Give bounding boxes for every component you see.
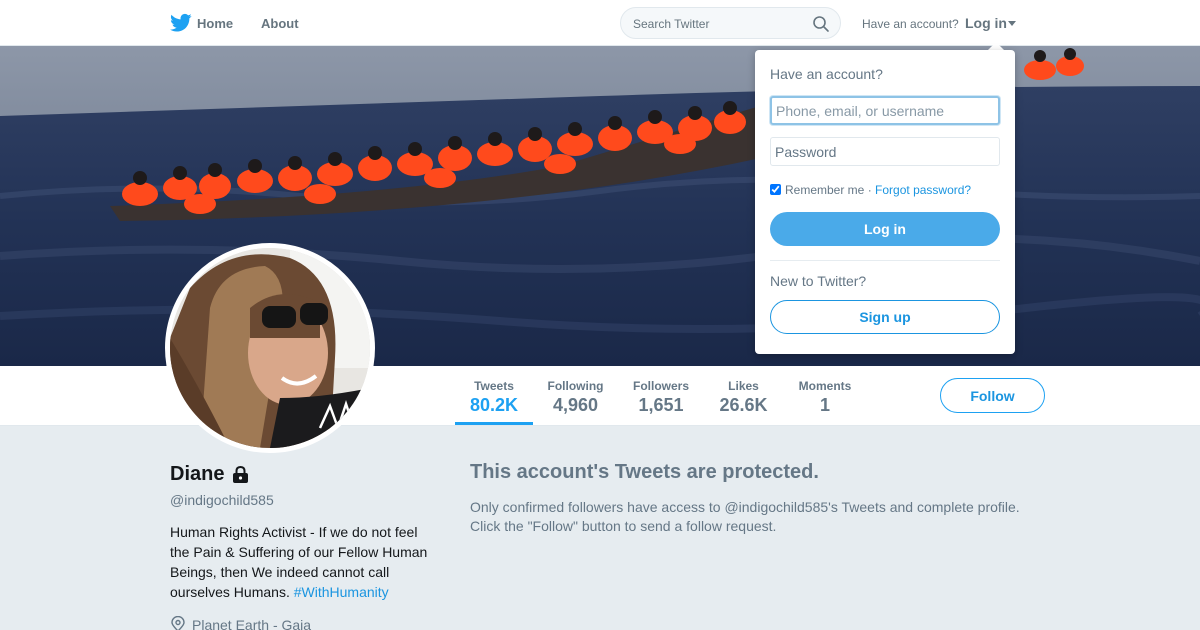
stat-label: Tweets: [474, 379, 514, 393]
forgot-password-link[interactable]: Forgot password?: [875, 183, 971, 197]
stat-followers[interactable]: Followers 1,651: [626, 379, 696, 416]
avatar[interactable]: [165, 243, 375, 453]
search-icon[interactable]: [812, 15, 830, 33]
stat-value: 1,651: [638, 395, 684, 415]
location-pin-icon: [171, 616, 185, 630]
login-dropdown: Have an account? Remember me · Forgot pa…: [755, 50, 1015, 354]
stat-label: Following: [547, 379, 604, 393]
remember-me-label[interactable]: Remember me: [785, 183, 864, 197]
stat-label: Followers: [632, 379, 689, 393]
have-account-label: Have an account?: [862, 17, 959, 31]
chevron-down-icon[interactable]: [1008, 21, 1016, 26]
dropdown-heading: Have an account?: [770, 66, 883, 82]
protected-message: Only confirmed followers have access to …: [470, 498, 1050, 536]
lock-icon: [233, 465, 248, 483]
login-dropdown-toggle[interactable]: Log in: [965, 15, 1007, 31]
follow-button[interactable]: Follow: [940, 378, 1045, 413]
active-tab-indicator: [455, 422, 533, 425]
username-field[interactable]: [770, 96, 1000, 125]
stat-moments[interactable]: Moments 1: [792, 379, 858, 416]
profile-location: Planet Earth - Gaia: [192, 617, 312, 630]
stat-tweets[interactable]: Tweets 80.2K: [455, 379, 533, 416]
stat-label: Likes: [728, 379, 759, 393]
bio-hashtag-link[interactable]: #WithHumanity: [294, 584, 389, 600]
password-field[interactable]: [770, 137, 1000, 166]
protected-line-2: Click the "Follow" button to send a foll…: [470, 518, 777, 534]
stat-likes[interactable]: Likes 26.6K: [712, 379, 775, 416]
stat-value: 26.6K: [719, 395, 768, 415]
search-box: [620, 7, 841, 39]
signup-button[interactable]: Sign up: [770, 300, 1000, 334]
stat-value: 4,960: [552, 395, 599, 415]
remember-me-row: Remember me · Forgot password?: [770, 183, 971, 197]
stat-value: 1: [819, 395, 830, 415]
new-to-twitter-label: New to Twitter?: [770, 273, 867, 289]
remember-me-checkbox[interactable]: [770, 184, 781, 195]
profile-handle[interactable]: @indigochild585: [170, 492, 274, 508]
twitter-bird-icon[interactable]: [170, 13, 192, 33]
protected-line-1: Only confirmed followers have access to …: [470, 499, 1020, 515]
profile-bio: Human Rights Activist - If we do not fee…: [170, 522, 440, 602]
protected-title: This account's Tweets are protected.: [470, 461, 819, 483]
nav-home-link[interactable]: Home: [197, 16, 233, 31]
search-input[interactable]: [633, 15, 803, 33]
login-button[interactable]: Log in: [770, 212, 1000, 246]
separator-dot: ·: [867, 183, 872, 197]
profile-name[interactable]: Diane: [170, 463, 224, 486]
stat-following[interactable]: Following 4,960: [540, 379, 611, 416]
divider: [770, 260, 1000, 261]
stat-label: Moments: [798, 379, 852, 393]
stat-value: 80.2K: [469, 395, 519, 415]
nav-about-link[interactable]: About: [261, 16, 299, 31]
top-nav: Home About Have an account? Log in: [0, 0, 1200, 46]
avatar-image: [170, 248, 370, 448]
